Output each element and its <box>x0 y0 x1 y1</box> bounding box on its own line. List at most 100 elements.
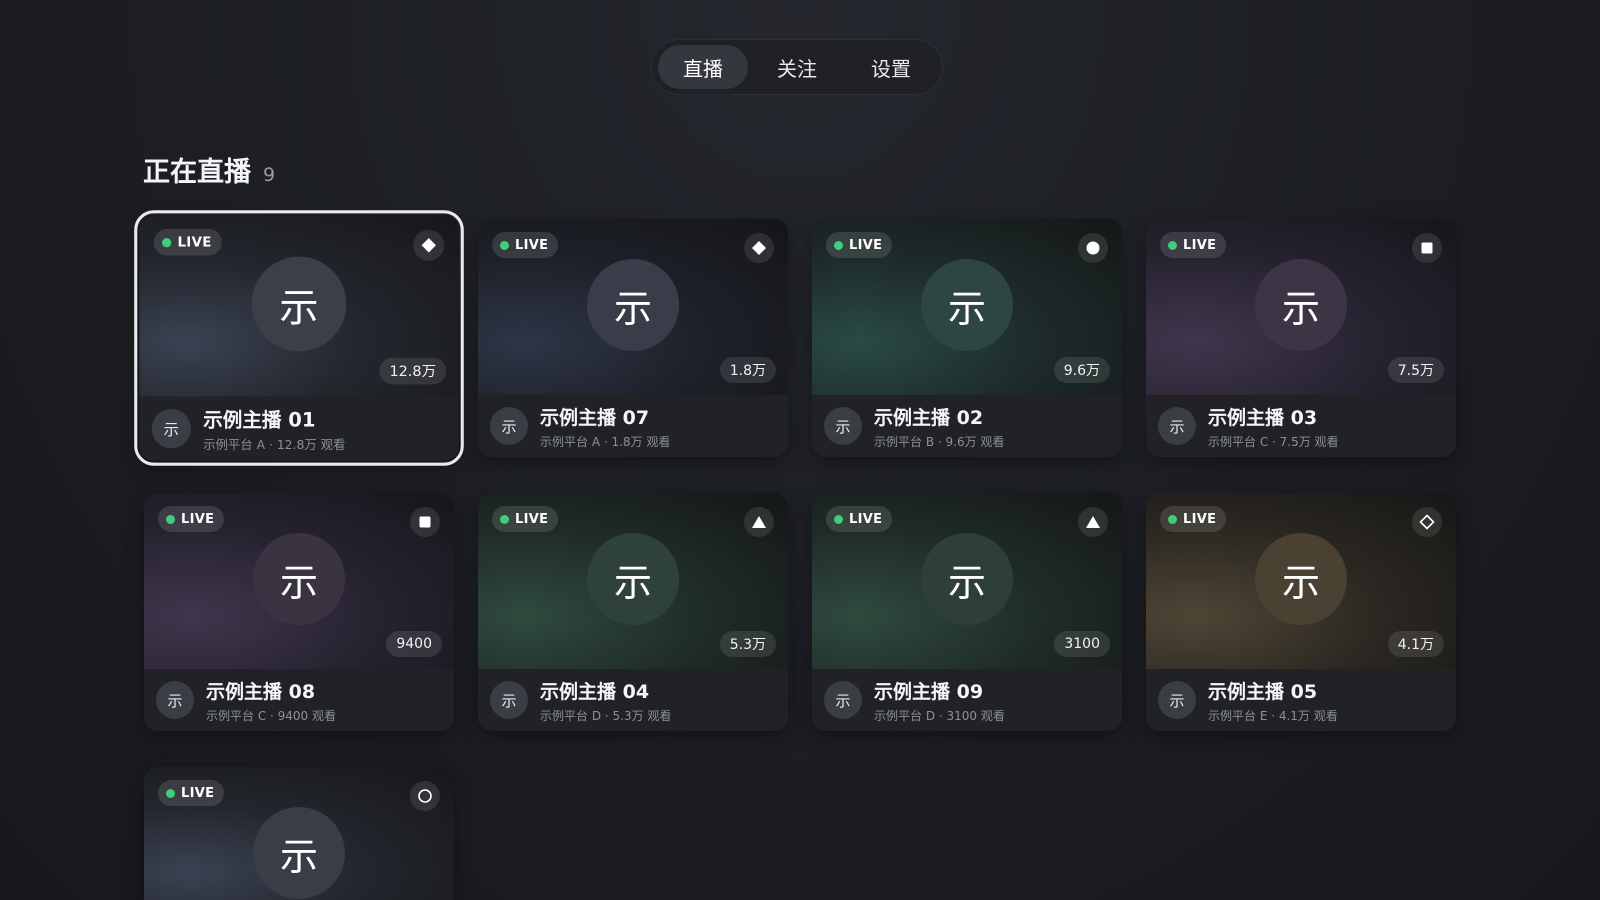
live-page: 直播 关注 设置 正在直播 9 LIVE 示 12.8万示示例主播 01 示例平台 A… <box>0 0 1600 900</box>
stream-subtitle: 示例平台 D · 3100 观看 <box>874 708 1005 723</box>
tab-following[interactable]: 关注 <box>752 45 842 89</box>
square-filled-icon <box>1412 233 1442 263</box>
live-label: LIVE <box>177 234 212 250</box>
stream-card[interactable]: LIVE 示 5.3万示示例主播 04 示例平台 D · 5.3万 观看 <box>478 493 788 731</box>
stream-card[interactable]: LIVE 示 12.8万示示例主播 01 示例平台 A · 12.8万 观看 <box>134 210 464 466</box>
live-dot-icon <box>166 514 175 524</box>
streamer-avatar-large: 示 <box>587 533 679 625</box>
section-header: 正在直播 9 <box>143 150 275 189</box>
stream-thumbnail: LIVE 示 5.3万 <box>478 493 788 669</box>
stream-info: 示示例主播 08 示例平台 C · 9400 观看 <box>144 669 454 731</box>
stream-card[interactable]: LIVE 示 4.1万示示例主播 05 示例平台 E · 4.1万 观看 <box>1146 493 1456 731</box>
viewer-count-badge: 12.8万 <box>379 357 447 385</box>
stream-subtitle: 示例平台 B · 9.6万 观看 <box>874 434 1005 449</box>
stream-card[interactable]: LIVE 示 1.8万示示例主播 07 示例平台 A · 1.8万 观看 <box>478 219 788 457</box>
tab-live[interactable]: 直播 <box>658 45 748 89</box>
live-card-grid: LIVE 示 12.8万示示例主播 01 示例平台 A · 12.8万 观看 LIVE 示… <box>134 210 1456 900</box>
stream-meta: 示例主播 03 示例平台 C · 7.5万 观看 <box>1208 403 1339 450</box>
stream-info: 示示例主播 01 示例平台 A · 12.8万 观看 <box>139 396 459 461</box>
streamer-avatar-large: 示 <box>1255 533 1347 625</box>
streamer-avatar: 示 <box>824 681 862 719</box>
streamer-name: 示例主播 04 <box>540 680 650 703</box>
streamer-name: 示例主播 01 <box>203 408 316 432</box>
stream-meta: 示例主播 09 示例平台 D · 3100 观看 <box>874 677 1005 724</box>
stream-thumbnail: LIVE 示 9.6万 <box>812 219 1122 395</box>
live-badge: LIVE <box>826 506 893 532</box>
streamer-avatar: 示 <box>1158 681 1196 719</box>
stream-info: 示示例主播 05 示例平台 E · 4.1万 观看 <box>1146 669 1456 731</box>
viewer-count-badge: 5.3万 <box>719 631 776 657</box>
live-dot-icon <box>834 240 843 250</box>
stream-card[interactable]: LIVE 示 9.6万示示例主播 02 示例平台 B · 9.6万 观看 <box>812 219 1122 457</box>
stream-meta: 示例主播 01 示例平台 A · 12.8万 观看 <box>203 404 345 452</box>
stream-card[interactable]: LIVE 示 9400 示示例主播 08 示例平台 C · 9400 观看 <box>144 493 454 731</box>
diamond-outline-icon <box>1412 507 1442 537</box>
diamond-filled-icon <box>744 233 774 263</box>
stream-subtitle: 示例平台 A · 1.8万 观看 <box>540 434 671 449</box>
viewer-count-badge: 7.5万 <box>1387 357 1444 383</box>
viewer-count-badge: 4.1万 <box>1387 631 1444 657</box>
viewer-count-badge: 1.8万 <box>719 357 776 383</box>
live-dot-icon <box>1168 240 1177 250</box>
section-count: 9 <box>263 164 276 186</box>
stream-thumbnail: LIVE 示 12.8万 <box>139 215 459 397</box>
diamond-filled-icon <box>413 229 445 261</box>
stream-info: 示示例主播 07 示例平台 A · 1.8万 观看 <box>478 395 788 457</box>
live-label: LIVE <box>849 237 883 253</box>
streamer-avatar: 示 <box>151 409 191 449</box>
streamer-avatar: 示 <box>824 407 862 445</box>
live-label: LIVE <box>849 511 883 527</box>
live-dot-icon <box>834 514 843 524</box>
live-badge: LIVE <box>158 780 225 806</box>
top-tab-bar: 直播 关注 设置 <box>651 39 943 95</box>
stream-thumbnail: LIVE 示 1.8万 <box>478 219 788 395</box>
stream-meta: 示例主播 02 示例平台 B · 9.6万 观看 <box>874 403 1004 450</box>
tab-settings[interactable]: 设置 <box>846 45 936 89</box>
stream-thumbnail: LIVE 示 4.1万 <box>1146 493 1456 669</box>
streamer-avatar: 示 <box>156 681 194 719</box>
live-dot-icon <box>166 788 175 798</box>
stream-info: 示示例主播 04 示例平台 D · 5.3万 观看 <box>478 669 788 731</box>
streamer-avatar-large: 示 <box>921 259 1013 351</box>
stream-subtitle: 示例平台 E · 4.1万 观看 <box>1208 708 1338 723</box>
triangle-filled-icon <box>744 507 774 537</box>
stream-meta: 示例主播 04 示例平台 D · 5.3万 观看 <box>540 677 671 724</box>
streamer-avatar-large: 示 <box>253 533 345 625</box>
triangle-filled-icon <box>1078 507 1108 537</box>
streamer-avatar-large: 示 <box>921 533 1013 625</box>
streamer-name: 示例主播 02 <box>874 406 984 429</box>
live-badge: LIVE <box>826 232 893 258</box>
live-label: LIVE <box>1183 511 1217 527</box>
stream-thumbnail: LIVE 示 9400 <box>144 493 454 669</box>
live-badge: LIVE <box>492 506 559 532</box>
viewer-count-badge: 9400 <box>386 631 442 657</box>
stream-card[interactable]: LIVE 示 <box>144 767 454 900</box>
stream-info: 示示例主播 09 示例平台 D · 3100 观看 <box>812 669 1122 731</box>
live-dot-icon <box>1168 514 1177 524</box>
streamer-name: 示例主播 07 <box>540 406 650 429</box>
streamer-name: 示例主播 05 <box>1208 680 1318 703</box>
streamer-avatar-large: 示 <box>1255 259 1347 351</box>
stream-meta: 示例主播 07 示例平台 A · 1.8万 观看 <box>540 403 670 450</box>
stream-info: 示示例主播 03 示例平台 C · 7.5万 观看 <box>1146 395 1456 457</box>
stream-card[interactable]: LIVE 示 3100 示示例主播 09 示例平台 D · 3100 观看 <box>812 493 1122 731</box>
streamer-name: 示例主播 08 <box>206 680 316 703</box>
live-badge: LIVE <box>153 228 223 256</box>
streamer-avatar-large: 示 <box>587 259 679 351</box>
live-badge: LIVE <box>492 232 559 258</box>
circle-outline-icon <box>410 781 440 811</box>
stream-subtitle: 示例平台 A · 12.8万 观看 <box>203 437 346 452</box>
streamer-name: 示例主播 09 <box>874 680 984 703</box>
circle-filled-icon <box>1078 233 1108 263</box>
live-dot-icon <box>162 237 172 247</box>
live-badge: LIVE <box>1160 232 1227 258</box>
live-label: LIVE <box>1183 237 1217 253</box>
square-filled-icon <box>410 507 440 537</box>
stream-card[interactable]: LIVE 示 7.5万示示例主播 03 示例平台 C · 7.5万 观看 <box>1146 219 1456 457</box>
streamer-avatar-large: 示 <box>251 256 347 352</box>
live-label: LIVE <box>515 237 549 253</box>
streamer-avatar-large: 示 <box>253 807 345 899</box>
stream-subtitle: 示例平台 C · 9400 观看 <box>206 708 336 723</box>
stream-meta: 示例主播 05 示例平台 E · 4.1万 观看 <box>1208 677 1338 724</box>
stream-thumbnail: LIVE 示 3100 <box>812 493 1122 669</box>
